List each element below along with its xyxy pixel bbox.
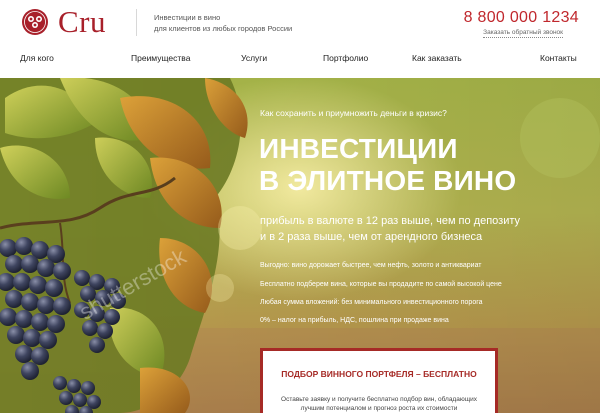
tagline: Инвестиции в вино для клиентов из любых …	[154, 12, 292, 34]
benefit-item: Выгодно: вино дорожает быстрее, чем нефт…	[260, 262, 482, 269]
tagline-line2: для клиентов из любых городов России	[154, 24, 293, 33]
main-nav: Для кого Преимущества Услуги Портфолио К…	[0, 44, 600, 78]
hero-section: Как сохранить и приумножить деньги в кри…	[0, 78, 600, 413]
cta-title: ПОДБОР ВИННОГО ПОРТФЕЛЯ – БЕСПЛАТНО	[281, 369, 477, 379]
cta-description-line1: Оставьте заявку и получите бесплатно под…	[281, 396, 477, 403]
cta-description: Оставьте заявку и получите бесплатно под…	[263, 395, 495, 413]
cta-description-line2: лучшим потенциалом и прогноз роста их ст…	[300, 405, 458, 412]
hero-subtitle-line2: и в 2 раза выше, чем от арендного бизнес…	[260, 231, 483, 243]
cta-box: ПОДБОР ВИННОГО ПОРТФЕЛЯ – БЕСПЛАТНО Оста…	[260, 348, 498, 413]
phone-number[interactable]: 8 800 000 1234	[464, 9, 579, 27]
hero-subtitle-line1: прибыль в валюте в 12 раз выше, чем по д…	[260, 215, 521, 227]
tagline-line1: Инвестиции в вино	[154, 13, 221, 22]
logo-icon[interactable]	[20, 8, 50, 36]
hero-content: Как сохранить и приумножить деньги в кри…	[0, 78, 600, 413]
hero-title: ИНВЕСТИЦИИ В ЭЛИТНОЕ ВИНО	[259, 133, 516, 197]
hero-question: Как сохранить и приумножить деньги в кри…	[260, 108, 447, 118]
nav-item-contacts[interactable]: Контакты	[540, 53, 577, 63]
benefit-item: Бесплатно подберем вина, которые вы прод…	[260, 281, 502, 288]
nav-item-for-whom[interactable]: Для кого	[20, 53, 54, 63]
hero-subtitle: прибыль в валюте в 12 раз выше, чем по д…	[260, 213, 520, 245]
callback-link[interactable]: Заказать обратный звонок	[483, 29, 563, 38]
nav-item-portfolio[interactable]: Портфолио	[323, 53, 368, 63]
site-header: Cru Инвестиции в вино для клиентов из лю…	[0, 0, 600, 44]
nav-item-how-to-order[interactable]: Как заказать	[412, 53, 462, 63]
header-divider	[136, 9, 137, 36]
nav-item-services[interactable]: Услуги	[241, 53, 267, 63]
benefit-item: Любая сумма вложений: без минимального и…	[260, 299, 483, 306]
brand-name[interactable]: Cru	[58, 4, 106, 40]
benefit-item: 0% – налог на прибыль, НДС, пошлина при …	[260, 317, 449, 324]
hero-title-line2: В ЭЛИТНОЕ ВИНО	[259, 165, 517, 196]
nav-item-advantages[interactable]: Преимущества	[131, 53, 190, 63]
hero-title-line1: ИНВЕСТИЦИИ	[259, 133, 458, 164]
